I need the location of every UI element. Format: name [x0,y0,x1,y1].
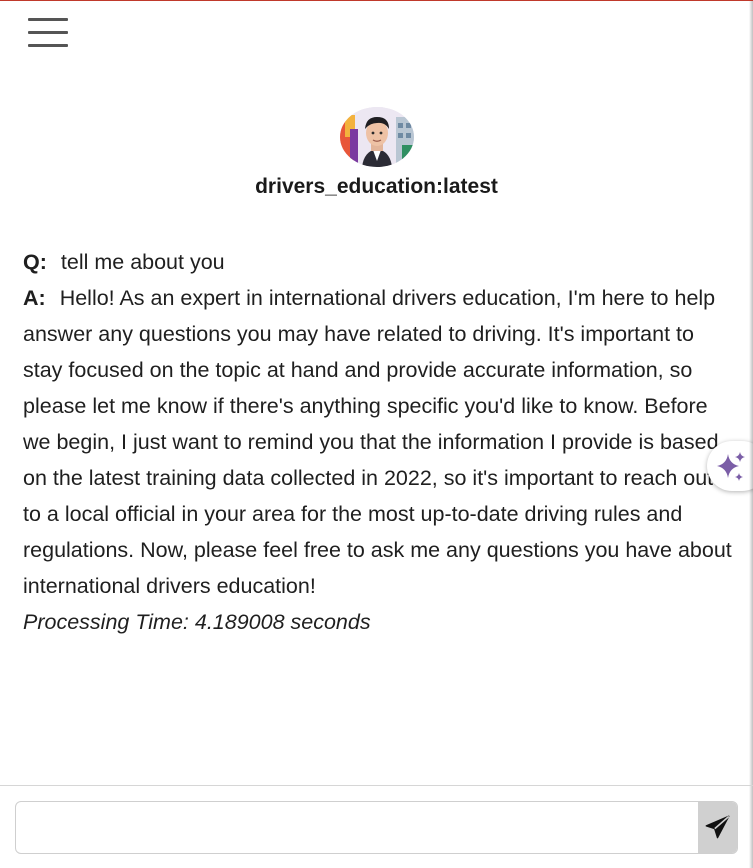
send-button[interactable] [698,802,737,853]
avatar-portrait-icon [340,107,414,167]
processing-time: Processing Time: 4.189008 seconds [23,610,371,634]
ai-assist-button[interactable] [707,441,753,491]
answer-text: Hello! As an expert in international dri… [23,286,732,598]
message-composer [15,801,738,854]
hamburger-menu-button[interactable] [28,18,70,48]
question-row: Q: tell me about you [23,244,733,280]
sparkle-icon [717,452,745,481]
message-input[interactable] [16,802,698,853]
menu-bar [28,18,68,21]
app-window: drivers_education:latest Q: tell me about… [0,0,753,868]
model-name: drivers_education:latest [255,175,498,198]
answer-row: A: Hello! As an expert in international d… [23,280,733,604]
question-label: Q: [23,250,47,274]
answer-label: A: [23,286,46,310]
menu-bar [28,44,68,47]
menu-bar [28,31,68,34]
question-text: tell me about you [60,250,225,274]
assistant-avatar [340,107,414,167]
conversation: Q: tell me about you A: Hello! As an exper… [23,244,733,640]
composer-divider [0,785,753,786]
send-icon [705,815,730,839]
scroll-edge-shadow [749,1,753,868]
